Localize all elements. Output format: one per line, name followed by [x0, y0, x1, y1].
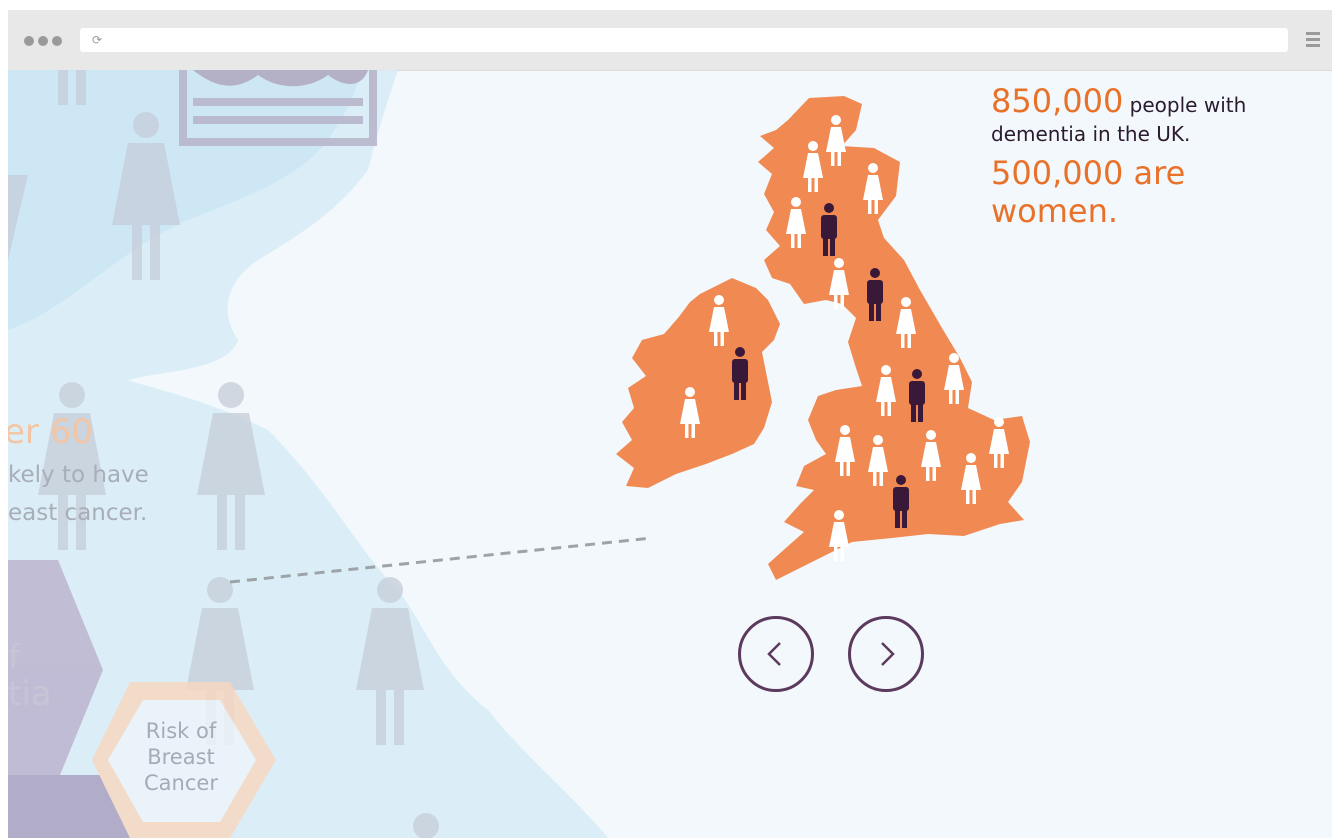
map-landmass: [616, 96, 1030, 580]
bg-hex-right-label: Risk of Breast Cancer: [128, 718, 234, 796]
address-bar[interactable]: ⟳: [80, 28, 1288, 52]
bg-hex-right-line-3: Cancer: [144, 771, 218, 795]
uk-map: [616, 96, 1030, 580]
women-line-2: women.: [991, 192, 1119, 230]
bg-hex-right-line-1: Risk of: [145, 719, 217, 743]
next-button[interactable]: [848, 616, 924, 692]
hamburger-icon[interactable]: [1306, 32, 1320, 50]
bg-hex-left-line-1: f: [8, 638, 20, 678]
ellipsis-icon[interactable]: [24, 36, 62, 46]
previous-button[interactable]: [738, 616, 814, 692]
bg-body-line-2: east cancer.: [8, 500, 148, 526]
total-number: 850,000: [991, 82, 1124, 120]
browser-toolbar: ⟳: [8, 10, 1332, 71]
chevron-left-icon: [767, 642, 781, 666]
page-viewport: er 60 kely to have east cancer. f tia Ri…: [8, 70, 1332, 838]
bg-headline-fragment: er 60: [8, 412, 93, 452]
women-line-1: 500,000 are: [991, 154, 1186, 192]
bg-body-line-1: kely to have: [8, 462, 149, 488]
reload-icon[interactable]: ⟳: [92, 32, 102, 48]
total-statement: 850,000 people with dementia in the UK.: [991, 82, 1321, 148]
chevron-right-icon: [881, 642, 895, 666]
stats-panel: 850,000 people with dementia in the UK. …: [991, 82, 1321, 230]
browser-window: ⟳ er 60 kely to have east cancer. f tia …: [8, 10, 1332, 838]
bg-hex-right-line-2: Breast: [147, 745, 215, 769]
bg-hex-left-line-2: tia: [8, 674, 52, 714]
